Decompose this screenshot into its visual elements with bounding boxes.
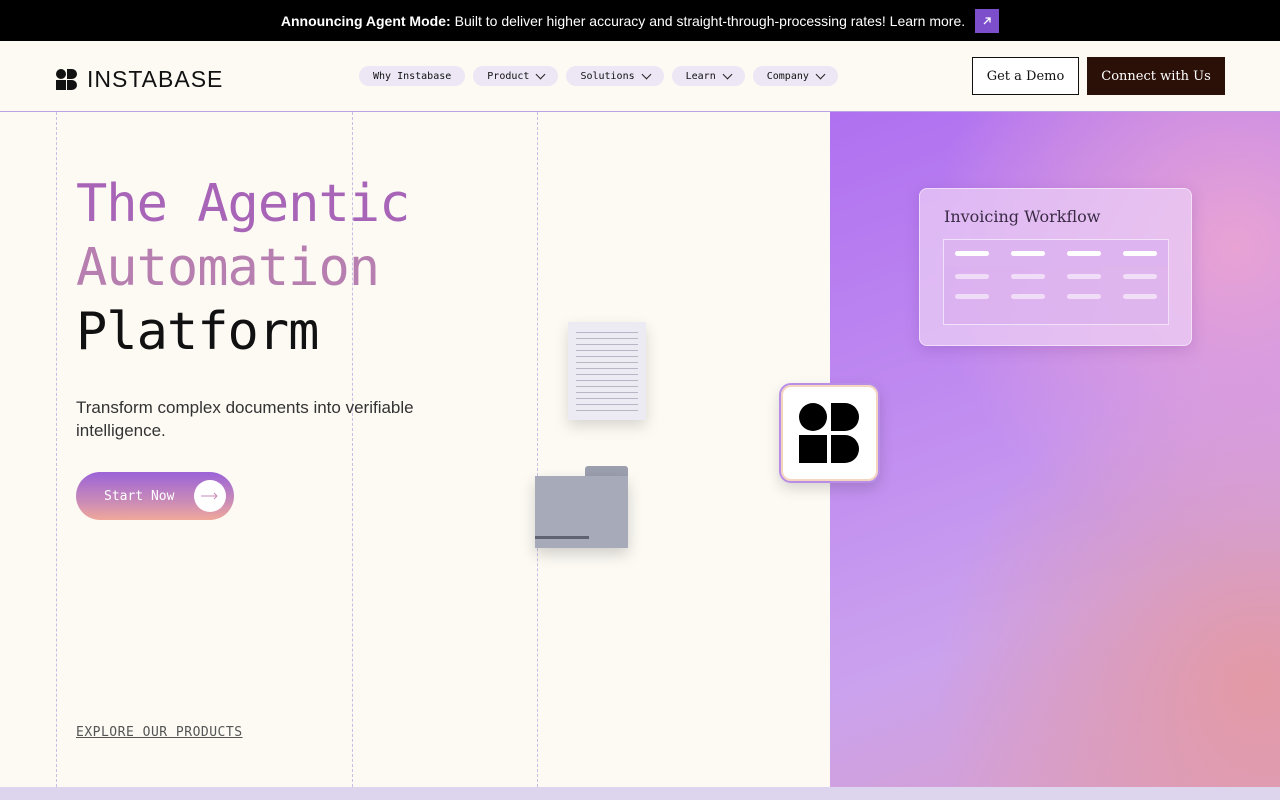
start-now-label: Start Now [104,488,175,504]
get-demo-button[interactable]: Get a Demo [972,57,1079,95]
announcement-bar[interactable]: Announcing Agent Mode: Built to deliver … [0,0,1280,41]
table-header [944,240,1168,266]
folder-icon [535,466,628,548]
guide-line [537,112,538,787]
nav-learn[interactable]: Learn [671,66,745,86]
logo[interactable]: INSTABASE [56,66,223,93]
table-row [944,266,1168,286]
arrow-up-right-icon[interactable] [975,8,1000,33]
nav-product[interactable]: Product [473,66,559,86]
table-row [944,286,1168,306]
chevron-down-icon [722,69,733,79]
chevron-down-icon [535,69,546,79]
hero-title-line2: Automation [76,238,380,298]
chevron-down-icon [815,69,826,79]
site-header: INSTABASE Why Instabase Product Solution… [0,41,1280,112]
nav-label: Why Instabase [373,70,452,82]
hero-title-line3: Platform [76,302,319,362]
nav-solutions[interactable]: Solutions [566,66,664,86]
hero-subtitle: Transform complex documents into verifia… [76,398,414,440]
announcement-text[interactable]: Built to deliver higher accuracy and str… [455,13,965,29]
logo-text: INSTABASE [87,66,224,92]
nav-company[interactable]: Company [752,66,838,86]
nav-why-instabase[interactable]: Why Instabase [359,66,466,86]
nav-label: Learn [685,70,716,82]
instabase-app-icon [779,383,880,483]
workflow-table [943,239,1169,325]
announcement-bold: Announcing Agent Mode: [280,12,451,29]
guide-line [56,112,57,787]
nav-label: Solutions [580,70,635,82]
start-now-button[interactable]: Start Now [76,472,234,520]
document-icon [568,322,646,420]
arrow-right-icon [194,480,226,512]
explore-products-link[interactable]: EXPLORE OUR PRODUCTS [76,725,243,740]
next-section-strip [0,787,1280,800]
card-title: Invoicing Workflow [944,207,1101,226]
connect-button[interactable]: Connect with Us [1087,57,1225,95]
nav-label: Company [766,70,809,82]
main-nav: Why Instabase Product Solutions Learn Co… [359,66,838,86]
invoicing-workflow-card: Invoicing Workflow [919,188,1192,346]
chevron-down-icon [641,69,652,79]
nav-label: Product [487,70,530,82]
hero-title: The Agentic Automation Platform [76,172,410,364]
logo-icon [56,69,77,90]
hero-title-line1: The Agentic [76,174,410,234]
